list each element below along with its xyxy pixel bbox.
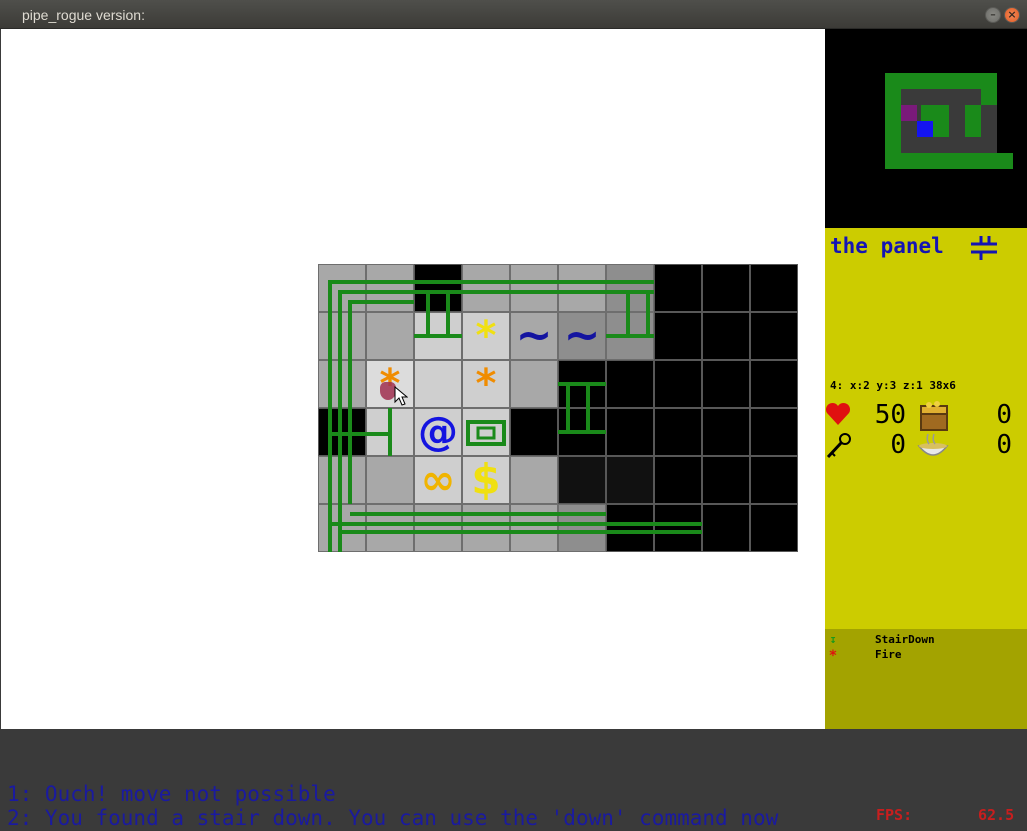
close-button[interactable]: × [1004,7,1020,23]
fps-label: FPS: [876,806,913,824]
minimap[interactable] [825,29,1027,228]
message-log: 1: Ouch! move not possible 2: You found … [0,729,1027,831]
star-item-icon: * [475,313,497,359]
player-coordinates: 4: x:2 y:3 z:1 38x6 [830,379,956,392]
player-icon: @ [418,409,458,455]
food-value: 0 [996,430,1012,460]
legend-label: StairDown [875,633,935,646]
map-view[interactable]: * ~ ~ * * @ ∞ $ [1,29,825,729]
fps-value: 62.5 [978,806,1015,824]
tile-legend: ↧ StairDown * Fire [825,629,1027,729]
water-wave-icon: ~ [515,310,553,361]
fire-icon: * [475,361,497,407]
minimize-icon: – [990,8,996,21]
pipe-logo-icon [971,236,997,260]
window-title: pipe_rogue version: [22,7,145,23]
mouse-cursor-icon [394,386,408,406]
treasure-value: 0 [996,400,1012,430]
keys-value: 0 [890,430,906,460]
treasure-chest-icon [920,401,948,431]
fps-counter: FPS: 62.5 [876,806,1014,824]
heart-icon [825,402,851,425]
key-icon [826,433,851,459]
window-titlebar: pipe_rogue version: – × [0,0,1027,29]
legend-item-fire[interactable]: * Fire [825,648,1027,664]
water-wave-icon: ~ [563,310,601,361]
stair-down-icon: ↧ [829,633,837,646]
gold-icon: $ [471,455,501,504]
dungeon-grid[interactable]: * ~ ~ * * @ ∞ $ [318,264,798,552]
log-message: 2: You found a stair down. You can use t… [7,806,779,830]
infinity-item-icon: ∞ [420,455,456,504]
minimap-drawing [885,73,1013,169]
food-bowl-icon [917,433,949,456]
legend-label: Fire [875,648,902,661]
close-icon: × [1007,8,1017,21]
minimize-button[interactable]: – [985,7,1001,23]
fire-icon: * [828,648,838,664]
health-value: 50 [874,400,906,430]
pipe-walls [328,280,702,552]
panel-title: the panel [830,234,944,258]
legend-item-stairdown[interactable]: ↧ StairDown [825,633,1027,649]
log-message: 1: Ouch! move not possible [7,782,336,806]
status-panel: the panel 4: x:2 y:3 z:1 38x6 50 0 0 0 [825,228,1027,629]
